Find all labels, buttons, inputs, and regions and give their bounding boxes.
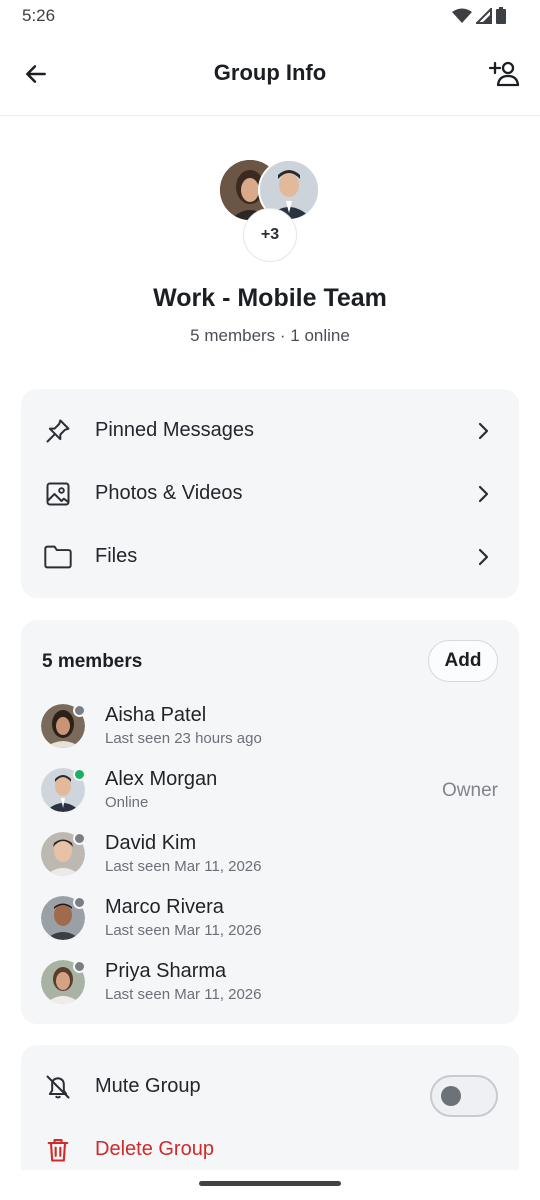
trash-icon [43, 1135, 73, 1165]
member-name: Priya Sharma [105, 960, 227, 982]
presence-offline-dot [73, 832, 86, 845]
wifi-icon [452, 8, 472, 23]
group-avatars: +3 [220, 159, 330, 270]
home-indicator[interactable] [199, 1181, 341, 1186]
more-members-badge: +3 [243, 208, 297, 262]
bell-off-icon [43, 1072, 73, 1102]
member-name: Aisha Patel [105, 704, 207, 726]
member-name: Marco Rivera [105, 896, 224, 918]
member-status: Last seen Mar 11, 2026 [105, 922, 262, 939]
settings-card: Mute Group Delete Group [21, 1045, 519, 1170]
presence-offline-dot [73, 960, 86, 973]
page-title: Group Info [213, 60, 327, 85]
member-row[interactable]: Priya Sharma Last seen Mar 11, 2026 [21, 950, 519, 1014]
status-time: 5:26 [22, 6, 56, 25]
chevron-right-icon [473, 421, 493, 441]
member-row[interactable]: Aisha Patel Last seen 23 hours ago [21, 694, 519, 758]
members-card: 5 members Add Aisha Patel Last seen 23 h… [21, 620, 519, 1024]
mute-group-label: Mute Group [95, 1075, 201, 1097]
add-person-icon [488, 61, 520, 87]
member-status: Last seen 23 hours ago [105, 730, 262, 747]
media-card: Pinned Messages Photos & Videos Files [21, 389, 519, 598]
toggle-knob [441, 1086, 461, 1106]
menu-label: Pinned Messages [95, 419, 254, 441]
delete-group-label: Delete Group [95, 1138, 214, 1160]
pinned-messages-row[interactable]: Pinned Messages [21, 399, 519, 462]
status-icons [452, 7, 506, 24]
add-member-pill-button[interactable]: Add [428, 640, 498, 682]
mute-group-row[interactable]: Mute Group [21, 1055, 519, 1118]
photos-videos-row[interactable]: Photos & Videos [21, 462, 519, 525]
members-count-title: 5 members [42, 651, 143, 672]
menu-label: Files [95, 545, 138, 567]
mute-toggle[interactable] [430, 1075, 498, 1117]
menu-label: Photos & Videos [95, 482, 243, 504]
status-bar: 5:26 [0, 0, 540, 32]
battery-icon [496, 7, 506, 24]
delete-group-row[interactable]: Delete Group [21, 1118, 519, 1181]
signal-icon [476, 7, 492, 24]
member-role-badge: Owner [442, 780, 498, 801]
chevron-right-icon [473, 547, 493, 567]
app-bar: Group Info [0, 32, 540, 116]
presence-online-dot [73, 768, 86, 781]
member-row[interactable]: Alex Morgan Online Owner [21, 758, 519, 822]
member-status: Last seen Mar 11, 2026 [105, 986, 262, 1003]
member-row[interactable]: David Kim Last seen Mar 11, 2026 [21, 822, 519, 886]
member-status: Last seen Mar 11, 2026 [105, 858, 262, 875]
image-icon [43, 479, 73, 509]
member-row[interactable]: Marco Rivera Last seen Mar 11, 2026 [21, 886, 519, 950]
group-name: Work - Mobile Team [153, 284, 387, 312]
group-subtitle: 5 members · 1 online [190, 326, 350, 345]
presence-offline-dot [73, 704, 86, 717]
pin-icon [43, 416, 73, 446]
files-row[interactable]: Files [21, 525, 519, 588]
member-status: Online [105, 794, 149, 811]
member-name: David Kim [105, 832, 197, 854]
chevron-right-icon [473, 484, 493, 504]
add-member-button[interactable] [482, 52, 526, 96]
folder-icon [43, 542, 73, 572]
member-name: Alex Morgan [105, 768, 218, 790]
presence-offline-dot [73, 896, 86, 909]
